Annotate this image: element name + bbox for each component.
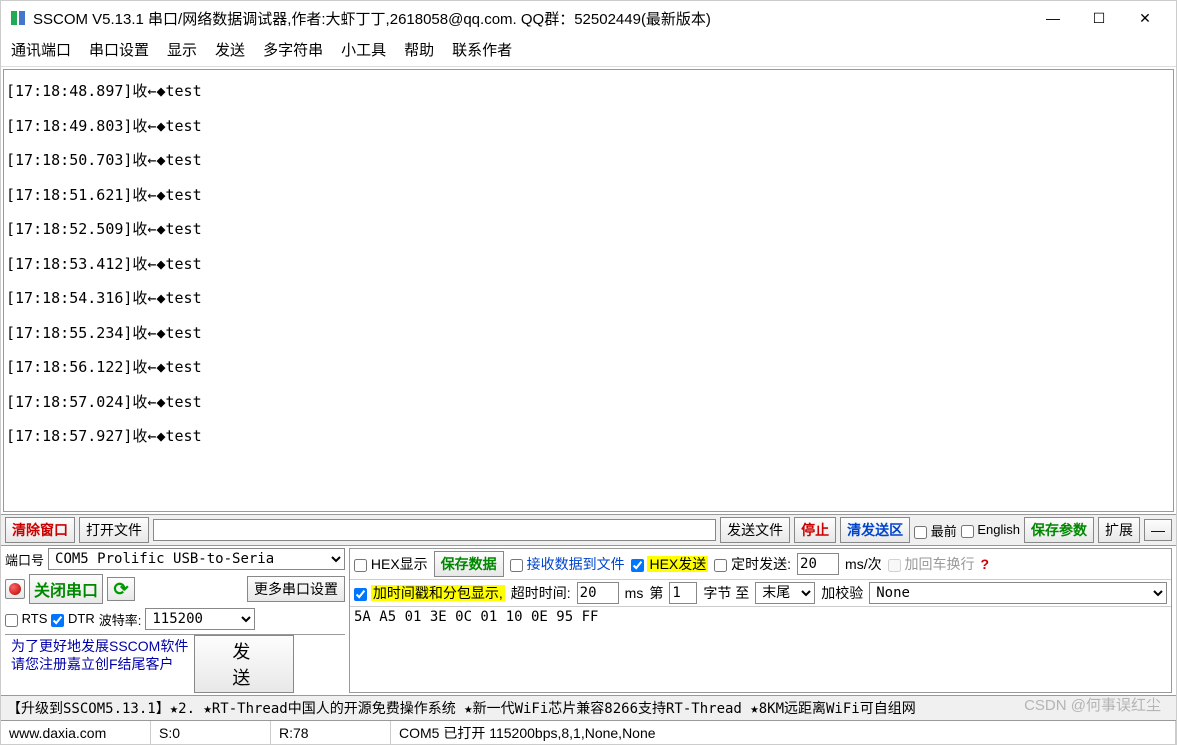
baud-select[interactable]: 115200 [145,608,255,630]
save-data-button[interactable]: 保存数据 [434,551,504,577]
timed-unit-label: ms/次 [845,554,882,574]
add-cr-checkbox[interactable]: 加回车换行 [888,554,975,574]
menu-help[interactable]: 帮助 [404,39,434,60]
baud-label: 波特率: [99,610,142,629]
byte-from-input[interactable] [669,582,697,604]
toolbar-row1: 清除窗口 打开文件 发送文件 停止 清发送区 最前 English 保存参数 扩… [1,514,1176,546]
file-path-input[interactable] [153,519,716,541]
timed-send-checkbox[interactable]: 定时发送: [714,554,791,574]
record-icon[interactable] [5,579,25,599]
receive-data-view[interactable]: [17:18:48.897]收←◆test [17:18:49.803]收←◆t… [3,69,1174,512]
statusbar: www.daxia.com S:0 R:78 COM5 已打开 115200bp… [1,720,1176,744]
dtr-checkbox[interactable]: DTR [51,611,94,626]
promo-note: 为了更好地发展SSCOM软件请您注册嘉立创F结尾客户 [5,635,194,693]
timed-interval-input[interactable] [797,553,839,575]
expand-button[interactable]: 扩展 [1098,517,1140,543]
app-icon [9,9,27,27]
close-port-button[interactable]: 关闭串口 [29,574,103,604]
topmost-checkbox[interactable]: 最前 [914,521,957,540]
status-recv: R:78 [271,721,391,744]
hex-send-checkbox[interactable]: HEX发送 [631,554,709,574]
close-button[interactable]: ✕ [1122,3,1168,33]
ad-row[interactable]: 【升级到SSCOM5.13.1】★2. ★RT-Thread中国人的开源免费操作… [1,695,1176,720]
menu-serial-settings[interactable]: 串口设置 [89,39,149,60]
clear-window-button[interactable]: 清除窗口 [5,517,75,543]
more-settings-button[interactable]: 更多串口设置 [247,576,345,602]
add-timestamp-checkbox[interactable]: 加时间戳和分包显示, [354,583,505,603]
status-com: COM5 已打开 115200bps,8,1,None,None [391,721,1176,744]
english-checkbox[interactable]: English [961,522,1020,537]
refresh-icon[interactable]: ⟳ [107,577,135,601]
minimize-button[interactable]: — [1030,3,1076,33]
menu-port[interactable]: 通讯端口 [11,39,71,60]
window-title: SSCOM V5.13.1 串口/网络数据调试器,作者:大虾丁丁,2618058… [33,8,1030,29]
timeout-input[interactable] [577,582,619,604]
clear-send-button[interactable]: 清发送区 [840,517,910,543]
send-button[interactable]: 发 送 [194,635,294,693]
send-file-button[interactable]: 发送文件 [720,517,790,543]
menu-contact[interactable]: 联系作者 [452,39,512,60]
save-params-button[interactable]: 保存参数 [1024,517,1094,543]
recv-to-file-checkbox[interactable]: 接收数据到文件 [510,554,625,574]
menu-tools[interactable]: 小工具 [341,39,386,60]
hex-show-checkbox[interactable]: HEX显示 [354,554,428,574]
menu-display[interactable]: 显示 [167,39,197,60]
port-label: 端口号 [5,550,44,569]
menubar: 通讯端口 串口设置 显示 发送 多字符串 小工具 帮助 联系作者 [1,35,1176,67]
menu-send[interactable]: 发送 [215,39,245,60]
main-panel: 端口号 COM5 Prolific USB-to-Seria 关闭串口 ⟳ 更多… [1,546,1176,695]
byte-to-select[interactable]: 末尾 [755,582,815,604]
timeout-label: 超时时间: [511,583,571,603]
titlebar: SSCOM V5.13.1 串口/网络数据调试器,作者:大虾丁丁,2618058… [1,1,1176,35]
rts-checkbox[interactable]: RTS [5,611,47,626]
maximize-button[interactable]: ☐ [1076,3,1122,33]
stop-button[interactable]: 停止 [794,517,836,543]
checksum-select[interactable]: None [869,582,1167,604]
port-select[interactable]: COM5 Prolific USB-to-Seria [48,548,345,570]
menu-multistring[interactable]: 多字符串 [263,39,323,60]
shrink-button[interactable]: — [1144,519,1172,541]
right-column: HEX显示 保存数据 接收数据到文件 HEX发送 定时发送: ms/次 加回车换… [349,548,1172,693]
open-file-button[interactable]: 打开文件 [79,517,149,543]
send-data-box[interactable]: 5A A5 01 3E 0C 01 10 0E 95 FF [350,607,1171,692]
status-sent: S:0 [151,721,271,744]
help-icon[interactable]: ? [981,556,990,572]
status-url[interactable]: www.daxia.com [1,721,151,744]
left-column: 端口号 COM5 Prolific USB-to-Seria 关闭串口 ⟳ 更多… [5,548,345,693]
